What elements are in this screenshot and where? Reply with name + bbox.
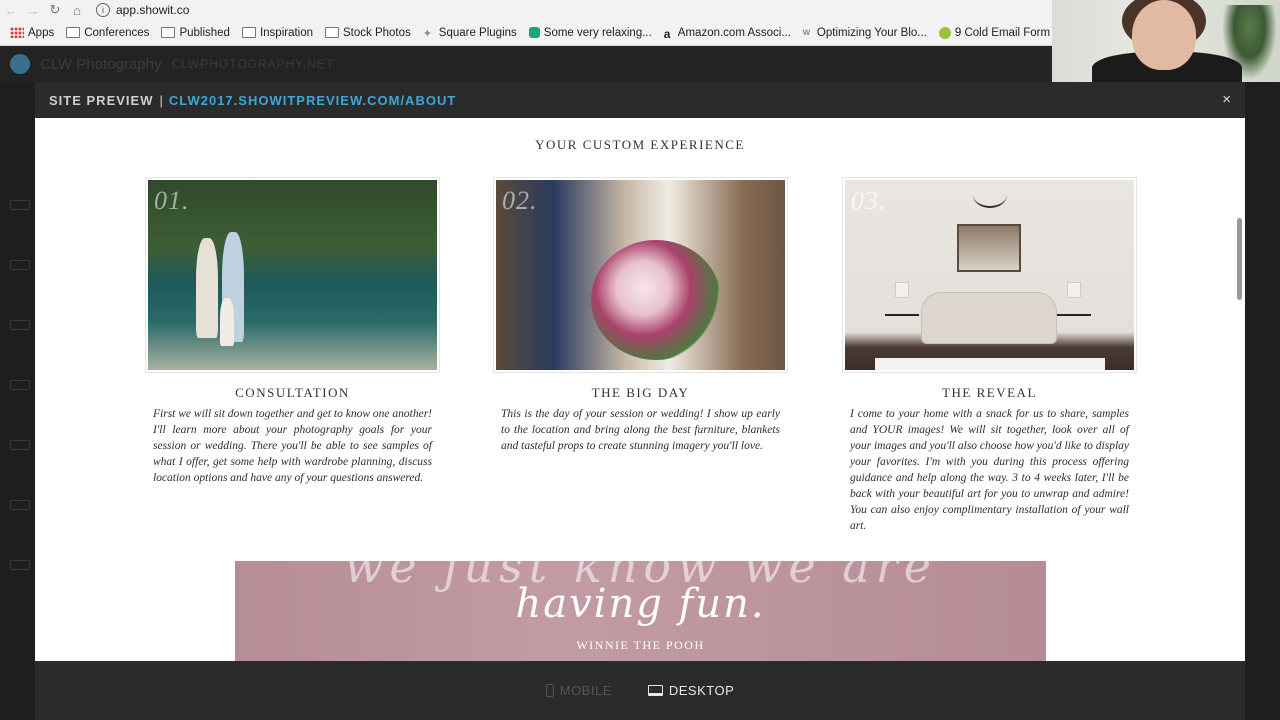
card-photo: 03. [842, 177, 1137, 373]
browser-toolbar: ← → ↻ ⌂ i app.showit.co [0, 0, 1052, 20]
address-text: app.showit.co [116, 3, 190, 17]
webcam-video [1052, 0, 1280, 82]
bookmark-square-plugins[interactable]: ✦ Square Plugins [422, 27, 517, 41]
bookmark-inspiration[interactable]: Inspiration [241, 27, 313, 39]
card-photo: 02. [493, 177, 788, 373]
bookmark-amazon[interactable]: a Amazon.com Associ... [663, 27, 791, 42]
quote-banner: we just know we are having fun. WINNIE T… [235, 561, 1046, 661]
folder-icon [325, 27, 340, 38]
separator: | [159, 92, 163, 108]
bookmark-relaxing[interactable]: Some very relaxing... [528, 27, 652, 39]
device-icon [10, 560, 30, 570]
device-icon [10, 440, 30, 450]
bookmark-published[interactable]: Published [161, 27, 230, 39]
home-icon[interactable]: ⌂ [66, 3, 88, 18]
bouquet-image [591, 240, 721, 360]
site-domain: CLWPHOTOGRAPHY.NET [171, 57, 335, 71]
card-title: CONSULTATION [235, 385, 350, 400]
desktop-toggle[interactable]: DESKTOP [647, 683, 735, 698]
showit-logo-icon [10, 54, 30, 74]
person-figure [196, 238, 218, 338]
side-table-image [885, 314, 919, 346]
device-icon [10, 200, 30, 210]
bookmark-conferences[interactable]: Conferences [66, 27, 149, 39]
experience-card-big-day: 02. THE BIG DAY This is the day of your … [493, 177, 788, 454]
mobile-label: MOBILE [559, 683, 612, 698]
mobile-toggle[interactable]: MOBILE [545, 683, 612, 698]
quote-text: having fun. [515, 581, 766, 627]
living-room-photo: 03. [845, 180, 1134, 370]
bookmark-apps[interactable]: Apps [10, 27, 54, 39]
editor-sidebar [0, 140, 36, 720]
site-preview-frame: YOUR CUSTOM EXPERIENCE 01. CONSULTATION … [35, 118, 1245, 661]
reload-icon[interactable]: ↻ [44, 2, 66, 18]
rug-image [875, 358, 1105, 370]
card-photo: 01. [145, 177, 440, 373]
device-icon [10, 500, 30, 510]
editor-header: CLW Photography CLWPHOTOGRAPHY.NET [0, 46, 1052, 82]
forward-icon[interactable]: → [22, 3, 44, 18]
lamp-image [895, 282, 909, 298]
amazon-icon: a [663, 27, 671, 41]
card-description: I come to your home with a snack for us … [850, 408, 1129, 532]
lamp-image [1067, 282, 1081, 298]
close-icon[interactable]: × [1222, 91, 1231, 108]
chandelier-image [973, 182, 1007, 208]
card-number: 01. [154, 186, 190, 215]
folder-icon [241, 27, 256, 38]
experience-card-reveal: 03. THE REVEAL I come to your home with … [842, 177, 1137, 534]
bookmark-stock-photos[interactable]: Stock Photos [325, 27, 411, 39]
device-icon [10, 320, 30, 330]
preview-url-link[interactable]: CLW2017.SHOWITPREVIEW.COM/ABOUT [169, 93, 456, 108]
back-icon[interactable]: ← [0, 3, 22, 18]
card-title: THE REVEAL [942, 385, 1037, 400]
experience-card-consultation: 01. CONSULTATION First we will sit down … [145, 177, 440, 486]
card-number: 02. [502, 186, 538, 215]
device-icon [10, 380, 30, 390]
side-table-image [1057, 314, 1091, 346]
yoast-icon [938, 26, 951, 39]
desktop-icon [647, 685, 663, 696]
info-icon[interactable]: i [96, 3, 110, 17]
site-icon: w [802, 27, 811, 38]
site-preview-header: SITE PREVIEW | CLW2017.SHOWITPREVIEW.COM… [35, 82, 1245, 118]
sofa-image [921, 292, 1057, 344]
card-description: This is the day of your session or weddi… [501, 408, 780, 452]
presenter-face [1132, 0, 1196, 70]
device-icon [10, 260, 30, 270]
quote-author: WINNIE THE POOH [576, 638, 705, 652]
site-preview-label: SITE PREVIEW [49, 92, 154, 108]
card-number: 03. [851, 186, 887, 215]
family-lake-photo: 01. [148, 180, 437, 370]
wall-art-image [957, 224, 1021, 272]
card-title: THE BIG DAY [591, 385, 690, 400]
puzzle-icon: ✦ [422, 28, 432, 40]
bookmark-optimizing[interactable]: w Optimizing Your Blo... [803, 27, 927, 39]
folder-icon [161, 27, 176, 38]
site-name: CLW Photography [40, 55, 162, 73]
card-description: First we will sit down together and get … [153, 408, 432, 484]
section-title: YOUR CUSTOM EXPERIENCE [535, 137, 745, 152]
apps-grid-icon [10, 27, 24, 38]
address-bar[interactable]: i app.showit.co [96, 1, 1052, 19]
device-toggle-bar: MOBILE DESKTOP [35, 661, 1245, 720]
person-figure [220, 298, 234, 346]
preview-scrollbar[interactable] [1237, 218, 1242, 300]
wedding-bouquet-photo: 02. [496, 180, 785, 370]
bookmarks-bar: Apps Conferences Published Inspiration S… [0, 20, 1052, 46]
desktop-label: DESKTOP [668, 683, 735, 698]
folder-icon [66, 27, 81, 38]
mobile-icon [545, 684, 554, 697]
bookmark-cold-email[interactable]: 9 Cold Email Form [938, 26, 1050, 39]
site-icon [528, 27, 540, 38]
